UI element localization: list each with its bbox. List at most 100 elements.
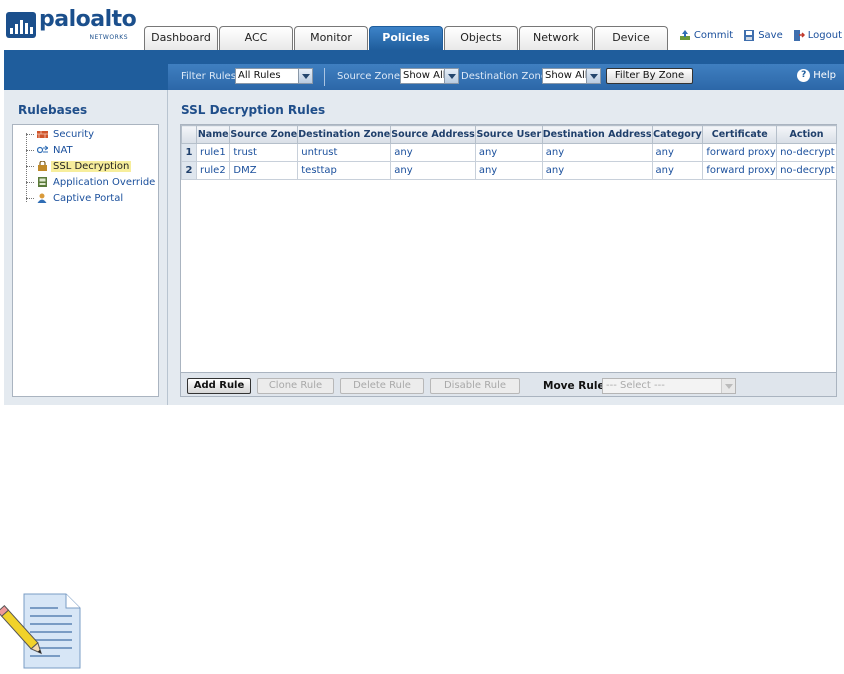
tab-dashboard[interactable]: Dashboard [144, 26, 218, 50]
move-rule-label: Move Rule [543, 380, 605, 392]
tab-policies[interactable]: Policies [369, 26, 443, 50]
destination-address-cell[interactable]: any [541, 143, 653, 162]
move-rule-select[interactable]: --- Select --- [602, 378, 736, 394]
rules-toolbar: Add Rule Clone Rule Delete Rule Disable … [181, 372, 836, 396]
sidebar-item-captive-portal[interactable]: Captive Portal [26, 191, 125, 205]
commit-button[interactable]: Commit [679, 30, 733, 41]
source-zone-cell[interactable]: trust [229, 143, 299, 162]
tab-device[interactable]: Device [594, 26, 668, 50]
chevron-down-icon [444, 69, 458, 83]
sidebar-item-label: Security [53, 128, 95, 140]
column-header-destination-address[interactable]: Destination Address [541, 125, 653, 144]
destination-zone-cell[interactable]: untrust [297, 143, 392, 162]
page-title: SSL Decryption Rules [181, 103, 326, 117]
column-header-source-user[interactable]: Source User [474, 125, 543, 144]
sidebar-item-nat[interactable]: NAT [26, 143, 75, 157]
source-zone-value: Show All [403, 70, 446, 81]
row-index: 2 [181, 161, 197, 180]
help-icon: ? [797, 69, 811, 82]
row-index: 1 [181, 143, 197, 162]
sidebar-item-application-override[interactable]: Application Override [26, 175, 157, 189]
sidebar-item-ssl-decryption[interactable]: SSL Decryption [26, 159, 132, 173]
category-cell[interactable]: any [651, 161, 704, 180]
nat-icon [37, 145, 48, 154]
source-address-cell[interactable]: any [390, 143, 476, 162]
rulebase-tree: Security NAT SSL Decryption Application … [12, 124, 159, 397]
sidebar-item-label: Application Override [53, 176, 156, 188]
column-header-source-address[interactable]: Source Address [390, 125, 476, 144]
ssl-decryption-panel: SSL Decryption Rules Name Source Zone De… [168, 90, 844, 405]
column-header-action[interactable]: Action [776, 125, 837, 144]
filter-rules-select[interactable]: All Rules [235, 68, 313, 84]
disable-rule-button[interactable]: Disable Rule [430, 378, 520, 394]
filter-rules-value: All Rules [238, 70, 281, 81]
source-user-cell[interactable]: any [474, 143, 543, 162]
column-header-certificate[interactable]: Certificate [702, 125, 778, 144]
logout-label: Logout [807, 30, 842, 41]
column-header-destination-zone[interactable]: Destination Zone [297, 125, 392, 144]
security-wall-icon [37, 131, 48, 138]
chevron-down-icon [721, 379, 735, 393]
logout-icon [793, 30, 805, 41]
filter-by-zone-button[interactable]: Filter By Zone [606, 68, 693, 84]
column-header-category[interactable]: Category [651, 125, 704, 144]
rule-name[interactable]: rule1 [195, 143, 231, 162]
column-header-source-zone[interactable]: Source Zone [229, 125, 299, 144]
rules-grid: Name Source Zone Destination Zone Source… [180, 124, 837, 397]
sidebar-item-label: SSL Decryption [51, 160, 132, 172]
table-row[interactable]: 2 rule2 DMZ testtap any any any any forw… [181, 161, 837, 180]
filter-rules-label: Filter Rules [181, 71, 236, 82]
help-link[interactable]: ? Help [797, 69, 836, 82]
rule-name[interactable]: rule2 [195, 161, 231, 180]
source-zone-select[interactable]: Show All [400, 68, 459, 84]
help-label: Help [813, 70, 836, 81]
rules-table: Name Source Zone Destination Zone Source… [181, 125, 837, 180]
chevron-down-icon [586, 69, 600, 83]
move-rule-placeholder: --- Select --- [606, 380, 665, 391]
destination-zone-label: Destination Zone [461, 71, 548, 82]
captive-portal-icon [37, 193, 47, 203]
save-icon [744, 30, 755, 41]
tab-objects[interactable]: Objects [444, 26, 518, 50]
action-cell[interactable]: no-decrypt [776, 143, 837, 162]
source-user-cell[interactable]: any [474, 161, 543, 180]
certificate-cell[interactable]: forward proxy [702, 143, 778, 162]
sidebar-item-security[interactable]: Security [26, 127, 96, 141]
destination-zone-value: Show All [545, 70, 588, 81]
clone-rule-button[interactable]: Clone Rule [257, 378, 334, 394]
tab-acc[interactable]: ACC [219, 26, 293, 50]
add-rule-button[interactable]: Add Rule [187, 378, 251, 394]
rulebases-title: Rulebases [18, 103, 88, 117]
paloalto-logo: paloalto NETWORKS [6, 7, 137, 44]
destination-zone-cell[interactable]: testtap [297, 161, 392, 180]
table-row[interactable]: 1 rule1 trust untrust any any any any fo… [181, 143, 837, 162]
logo-mark-icon [6, 12, 36, 38]
source-address-cell[interactable]: any [390, 161, 476, 180]
save-label: Save [758, 30, 783, 41]
source-zone-label: Source Zone [337, 71, 400, 82]
source-zone-cell[interactable]: DMZ [229, 161, 299, 180]
logout-button[interactable]: Logout [793, 30, 842, 41]
destination-zone-select[interactable]: Show All [542, 68, 601, 84]
commit-label: Commit [693, 30, 734, 41]
column-header-name[interactable]: Name [195, 125, 231, 144]
delete-rule-button[interactable]: Delete Rule [340, 378, 424, 394]
sidebar-item-label: NAT [53, 144, 73, 156]
filter-bar: Filter Rules All Rules Source Zone Show … [168, 64, 844, 90]
column-header-index [181, 125, 197, 144]
table-header-row: Name Source Zone Destination Zone Source… [181, 125, 837, 144]
ssl-lock-icon [38, 161, 47, 171]
application-override-icon [38, 177, 47, 187]
main-tabs: Dashboard ACC Monitor Policies Objects N… [144, 26, 669, 50]
action-cell[interactable]: no-decrypt [776, 161, 837, 180]
destination-address-cell[interactable]: any [541, 161, 653, 180]
save-button[interactable]: Save [743, 30, 783, 41]
sidebar-item-label: Captive Portal [53, 192, 124, 204]
commit-icon [679, 30, 690, 40]
tab-monitor[interactable]: Monitor [294, 26, 368, 50]
tab-network[interactable]: Network [519, 26, 593, 50]
rulebases-panel: Rulebases Security NAT SSL Decryption Ap… [4, 90, 168, 405]
category-cell[interactable]: any [651, 143, 704, 162]
certificate-cell[interactable]: forward proxy [702, 161, 778, 180]
brand-sub: NETWORKS [89, 34, 128, 41]
